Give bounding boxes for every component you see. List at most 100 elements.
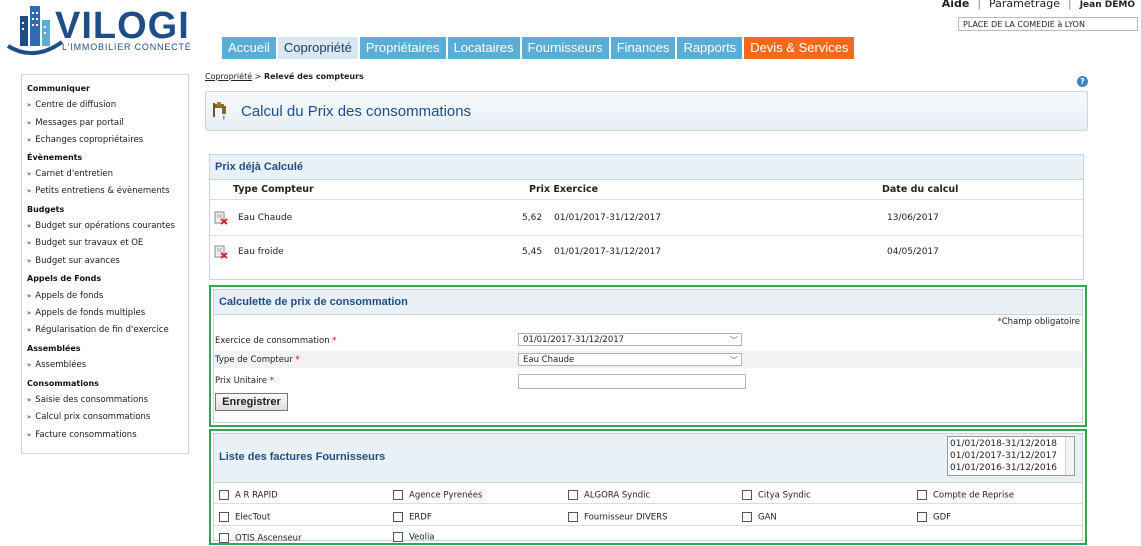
tab-rapports[interactable]: Rapports — [677, 37, 743, 59]
sidebar: Communiquer » Centre de diffusion » Messag… — [21, 74, 189, 454]
sidebar-item-facture-consommations[interactable]: » Facture consommations — [27, 430, 137, 440]
tab-accueil[interactable]: Accueil — [222, 37, 276, 59]
prix-calcule-title: Prix déjà Calculé — [215, 161, 304, 173]
row-type: Eau Chaude — [238, 213, 293, 223]
sidebar-section-appels: Appels de Fonds — [27, 274, 102, 283]
chevron-right-icon: » — [27, 222, 31, 230]
breadcrumb-copropriete-link[interactable]: Copropriété — [205, 72, 252, 81]
prix-unitaire-label: Prix Unitaire * — [215, 376, 274, 386]
fournisseur-checkbox[interactable]: GAN — [742, 512, 777, 523]
chevron-right-icon: » — [27, 101, 31, 109]
fournisseur-checkbox[interactable]: OTIS Ascenseur — [219, 533, 302, 544]
row-prix: 5,45 — [522, 247, 543, 257]
sidebar-item-budget-courantes[interactable]: » Budget sur opérations courantes — [27, 221, 175, 231]
chevron-right-icon: » — [27, 326, 31, 334]
row-type: Eau froide — [238, 247, 284, 257]
residence-selector[interactable]: PLACE DE LA COMEDIE à LYON — [958, 17, 1138, 31]
row-date: 13/06/2017 — [887, 213, 939, 223]
prix-calcule-panel: Prix déjà Calculé Type Compteur Prix Exe… — [209, 154, 1084, 280]
sidebar-section-assemblees: Assemblées — [27, 344, 81, 353]
exercice-listbox[interactable]: 01/01/2018-31/12/2018 01/01/2017-31/12/2… — [947, 436, 1075, 476]
brand-name: VILOGI — [55, 5, 190, 47]
chevron-right-icon: » — [27, 119, 31, 127]
user-name[interactable]: Jean DEMO — [1080, 0, 1135, 10]
sidebar-item-saisie-consommations[interactable]: » Saisie des consommations — [27, 395, 148, 405]
type-compteur-select[interactable]: Eau Chaude ﹀ — [518, 353, 742, 366]
chevron-down-icon: ﹀ — [730, 336, 738, 345]
fournisseurs-panel: Liste des factures Fournisseurs 01/01/20… — [209, 429, 1087, 545]
fournisseurs-title: Liste des factures Fournisseurs — [219, 451, 386, 463]
sidebar-item-regularisation[interactable]: » Régularisation de fin d'exercice — [27, 325, 169, 335]
breadcrumb: Copropriété > Relevé des compteurs — [205, 72, 364, 81]
exercice-option[interactable]: 01/01/2017-31/12/2017 — [950, 450, 1072, 462]
sidebar-item-petits-entretiens[interactable]: » Petits entretiens & évènements — [27, 186, 170, 196]
chevron-right-icon: » — [27, 187, 31, 195]
delete-icon[interactable] — [214, 245, 228, 259]
enregistrer-button[interactable]: Enregistrer — [215, 393, 288, 411]
tab-copropriete[interactable]: Copropriété — [277, 37, 358, 59]
water-tap-icon — [210, 100, 232, 122]
sidebar-section-evenements: Évènements — [27, 153, 83, 162]
chevron-right-icon: » — [27, 431, 31, 439]
fournisseur-checkbox[interactable]: Fournisseur DIVERS — [568, 512, 667, 523]
fournisseur-checkbox[interactable]: A R RAPID — [219, 490, 278, 501]
row-date: 04/05/2017 — [887, 247, 939, 257]
delete-icon[interactable] — [214, 211, 228, 225]
main-tabs: Accueil Copropriété Propriétaires Locata… — [222, 37, 855, 59]
sidebar-item-carnet[interactable]: » Carnet d'entretien — [27, 169, 113, 179]
fournisseur-checkbox[interactable]: ERDF — [393, 512, 432, 523]
sidebar-section-budgets: Budgets — [27, 205, 65, 214]
prix-unitaire-input[interactable] — [518, 374, 746, 389]
exercice-label: Exercice de consommation * — [215, 336, 337, 346]
exercice-select[interactable]: 01/01/2017-31/12/2017 ﹀ — [518, 333, 742, 346]
brand-tagline: L'IMMOBILIER CONNECTÉ — [62, 42, 192, 52]
breadcrumb-current: Relevé des compteurs — [263, 72, 364, 81]
calculette-panel: Calculette de prix de consommation *Cham… — [209, 285, 1087, 427]
row-exercice: 01/01/2017-31/12/2017 — [554, 247, 661, 257]
sidebar-item-echanges[interactable]: » Echanges copropriétaires — [27, 135, 143, 145]
col-date-calcul: Date du calcul — [882, 184, 959, 195]
col-prix-exercice: Prix Exercice — [529, 184, 599, 195]
tab-proprietaires[interactable]: Propriétaires — [359, 37, 446, 59]
tab-devis-services[interactable]: Devis & Services — [744, 37, 855, 59]
sidebar-item-calcul-prix[interactable]: » Calcul prix consommations — [27, 412, 150, 422]
help-icon[interactable]: ? — [1077, 76, 1088, 87]
sidebar-item-appels-fonds[interactable]: » Appels de fonds — [27, 291, 103, 301]
fournisseur-checkbox[interactable]: Agence Pyrenées — [393, 490, 482, 501]
sidebar-item-assemblees[interactable]: » Assemblées — [27, 360, 86, 370]
exercice-option[interactable]: 01/01/2018-31/12/2018 — [950, 438, 1072, 450]
aide-link[interactable]: Aide — [942, 0, 970, 10]
chevron-right-icon: » — [27, 292, 31, 300]
sidebar-item-budget-avances[interactable]: » Budget sur avances — [27, 256, 120, 266]
fournisseur-checkbox[interactable]: ALGORA Syndic — [568, 490, 650, 501]
fournisseur-checkbox[interactable]: Veolia — [393, 532, 435, 543]
sidebar-item-budget-travaux[interactable]: » Budget sur travaux et OE — [27, 238, 143, 248]
parametrage-link[interactable]: Paramétrage — [989, 0, 1060, 10]
top-links: Aide | Paramétrage | Jean DEMO — [942, 0, 1135, 10]
chevron-right-icon: » — [27, 257, 31, 265]
type-compteur-label: Type de Compteur * — [215, 355, 300, 365]
fournisseur-checkbox[interactable]: GDF — [917, 512, 951, 523]
tab-locataires[interactable]: Locataires — [447, 37, 520, 59]
fournisseur-checkbox[interactable]: ElecTout — [219, 512, 270, 523]
tab-fournisseurs[interactable]: Fournisseurs — [521, 37, 609, 59]
sidebar-item-appels-multiples[interactable]: » Appels de fonds multiples — [27, 308, 145, 318]
chevron-right-icon: » — [27, 239, 31, 247]
chevron-right-icon: » — [27, 396, 31, 404]
col-type-compteur: Type Compteur — [233, 184, 314, 195]
listbox-scrollbar[interactable] — [1065, 437, 1074, 475]
fournisseur-checkbox[interactable]: Compte de Reprise — [917, 490, 1014, 501]
sidebar-item-messages-portail[interactable]: » Messages par portail — [27, 118, 124, 128]
chevron-right-icon: » — [27, 170, 31, 178]
exercice-option[interactable]: 01/01/2016-31/12/2016 — [950, 462, 1072, 474]
row-prix: 5,62 — [522, 213, 543, 223]
sidebar-section-consommations: Consommations — [27, 379, 99, 388]
calculette-title: Calculette de prix de consommation — [219, 296, 408, 308]
sidebar-item-centre-diffusion[interactable]: » Centre de diffusion — [27, 100, 116, 110]
tab-finances[interactable]: Finances — [610, 37, 676, 59]
fournisseur-checkbox[interactable]: Citya Syndic — [742, 490, 811, 501]
chevron-right-icon: » — [27, 309, 31, 317]
row-exercice: 01/01/2017-31/12/2017 — [554, 213, 661, 223]
sidebar-section-communiquer: Communiquer — [27, 84, 90, 93]
chevron-right-icon: » — [27, 413, 31, 421]
